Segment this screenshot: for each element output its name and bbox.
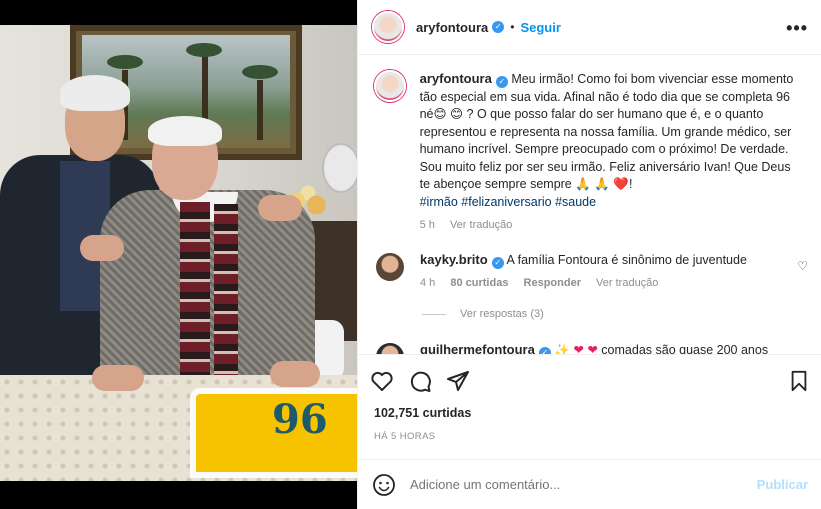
comments-list[interactable]: aryfontoura ✓ Meu irmão! Como foi bom viv…	[358, 56, 821, 354]
see-translation-link[interactable]: Ver tradução	[450, 219, 512, 231]
hashtags[interactable]: #irmão #felizaniversario #saude	[420, 194, 804, 212]
add-comment-bar: Publicar	[358, 459, 821, 509]
verified-icon: ✓	[495, 76, 508, 88]
verified-icon: ✓	[492, 21, 505, 33]
comment-text: comadas são quase 200 anos	[601, 343, 769, 354]
comment-item: guilhermefontoura ✓ ✨ ❤ ❤ comadas são qua…	[374, 341, 814, 354]
follow-button[interactable]: Seguir	[520, 20, 560, 35]
heart-emoji: ❤️	[613, 177, 629, 191]
post-dialog: 96 aryfontoura ✓ • Seguir ••• aryfontour…	[0, 0, 821, 509]
post-actions	[358, 354, 821, 406]
commenter-username[interactable]: guilhermefontoura	[420, 342, 535, 354]
pray-emoji: 🙏	[575, 177, 591, 191]
number-candle: 96	[272, 396, 328, 443]
commenter-username[interactable]: kayky.brito	[420, 252, 488, 267]
post-header: aryfontoura ✓ • Seguir •••	[358, 0, 821, 55]
comment-input[interactable]	[410, 477, 757, 492]
caption: aryfontoura ✓ Meu irmão! Como foi bom viv…	[374, 70, 804, 235]
publish-button[interactable]: Publicar	[757, 477, 808, 492]
pray-emoji: 🙏	[594, 177, 610, 191]
view-replies-button[interactable]: Ver respostas (3)	[422, 308, 544, 320]
commenter-avatar[interactable]	[374, 251, 406, 283]
smile-emoji: 😊	[433, 107, 447, 121]
post-time: HÁ 5 HORAS	[374, 431, 436, 442]
caption-time: 5 h	[419, 219, 435, 231]
share-icon[interactable]	[446, 369, 470, 393]
author-avatar[interactable]	[372, 11, 404, 43]
comment-item: kayky.brito ✓ A família Fontoura é sinôni…	[374, 251, 814, 292]
more-options-icon[interactable]: •••	[786, 18, 808, 39]
verified-icon: ✓	[491, 257, 504, 269]
bookmark-icon[interactable]	[788, 369, 810, 393]
post-side-panel: aryfontoura ✓ • Seguir ••• aryfontoura ✓ …	[357, 0, 821, 509]
comment-likes[interactable]: 80 curtidas	[450, 277, 508, 289]
like-comment-icon[interactable]: ♡	[797, 259, 808, 273]
sparkle-emoji: ✨	[554, 343, 570, 354]
comment-time: 4 h	[420, 277, 436, 289]
see-translation-link[interactable]: Ver tradução	[596, 277, 658, 289]
heart-icon[interactable]	[370, 369, 394, 393]
emoji-icon[interactable]	[372, 473, 396, 497]
likes-count[interactable]: 102,751 curtidas	[374, 406, 471, 420]
commenter-avatar[interactable]	[374, 341, 406, 354]
post-photo[interactable]: 96	[0, 0, 357, 509]
heart-emoji: ❤ ❤	[573, 343, 598, 354]
caption-username[interactable]: aryfontoura	[420, 71, 492, 86]
comment-text: A família Fontoura é sinônimo de juventu…	[506, 253, 747, 267]
verified-icon: ✓	[538, 347, 551, 354]
separator-dot: •	[510, 20, 515, 34]
caption-avatar[interactable]	[374, 70, 406, 102]
reply-button[interactable]: Responder	[524, 277, 581, 289]
author-username[interactable]: aryfontoura	[416, 20, 488, 35]
comment-icon[interactable]	[408, 369, 432, 393]
smile-emoji: 😊	[450, 107, 464, 121]
